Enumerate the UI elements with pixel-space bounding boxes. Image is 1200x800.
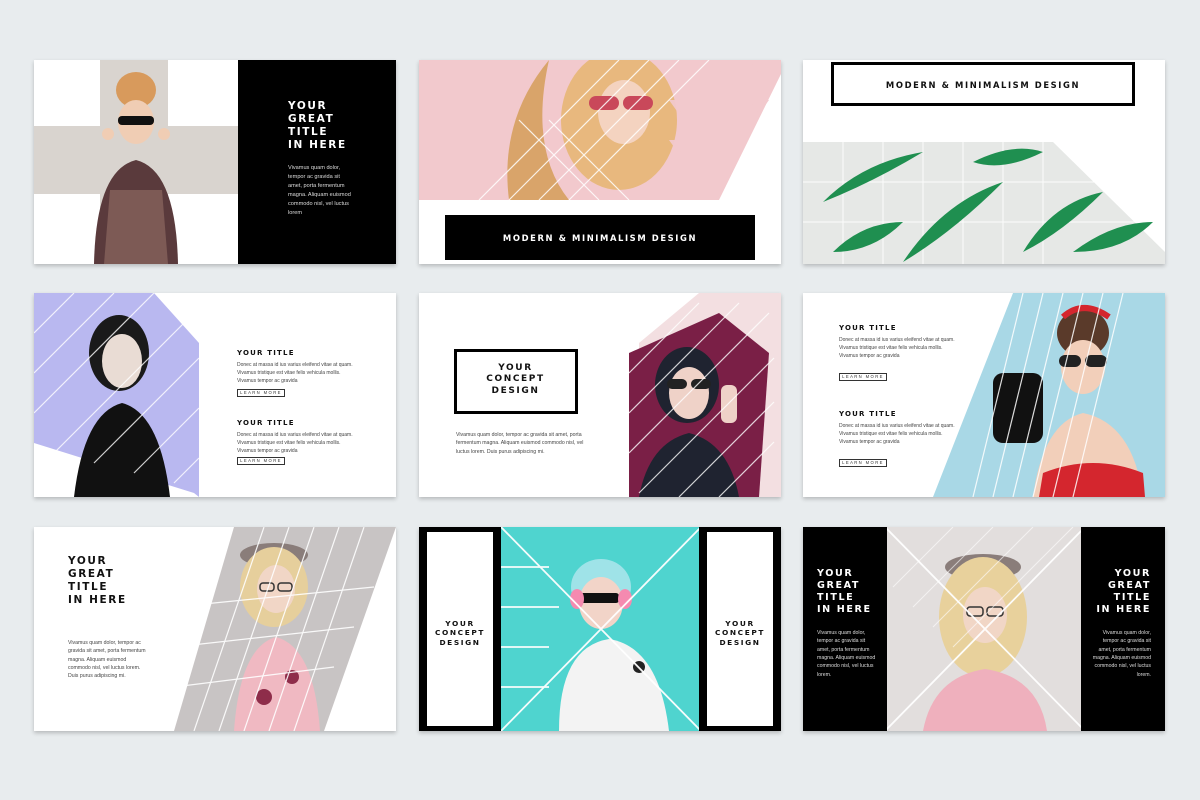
block-body: Donec at massa id ius varius eleifend vi… <box>237 432 353 454</box>
block-title: YOUR TITLE <box>237 419 295 427</box>
slide-1[interactable]: YOUR GREAT TITLE IN HERE Vivamus quam do… <box>34 60 396 264</box>
slide-4[interactable]: YOUR TITLE Donec at massa id ius varius … <box>34 293 396 497</box>
title-line: GREAT <box>1107 579 1151 591</box>
learn-more-button[interactable]: LEARN MORE <box>237 389 285 397</box>
right-panel: YOUR CONCEPT DESIGN <box>699 527 781 731</box>
learn-more-button[interactable]: LEARN MORE <box>237 457 285 465</box>
title-line: GREAT <box>288 113 335 126</box>
title-line: IN HERE <box>1096 603 1151 615</box>
body-text: Vivamus quam dolor, tempor ac gravida si… <box>817 630 876 678</box>
slide-title: YOUR GREAT TITLE IN HERE <box>68 555 127 608</box>
title-line: DESIGN <box>491 385 540 396</box>
slide-2[interactable]: MODERN & MINIMALISM DESIGN <box>419 60 781 264</box>
body-text: Vivamus quam dolor, tempor ac gravida si… <box>288 165 351 216</box>
fashion-photo-cross <box>34 60 238 264</box>
slide-3[interactable]: MODERN & MINIMALISM DESIGN <box>803 60 1165 264</box>
slide-title: YOUR CONCEPT DESIGN <box>457 363 574 397</box>
body-text: Vivamus quam dolor, tempor ac gravida si… <box>68 640 146 680</box>
slide-6[interactable]: YOUR TITLE Donec at massa id ius varius … <box>803 293 1165 497</box>
banner-text: MODERN & MINIMALISM DESIGN <box>885 80 1081 90</box>
title-line: TITLE <box>288 126 329 139</box>
fashion-photo-lavender <box>34 293 204 497</box>
block-title: YOUR TITLE <box>237 349 295 357</box>
slide-7[interactable]: YOUR GREAT TITLE IN HERE Vivamus quam do… <box>34 527 396 731</box>
slide-title: YOUR CONCEPT DESIGN <box>707 619 773 647</box>
title-line: TITLE <box>1113 591 1151 603</box>
slide-title: YOUR CONCEPT DESIGN <box>427 619 493 647</box>
fashion-photo-pinup <box>933 293 1165 497</box>
title-line: TITLE <box>68 581 109 594</box>
title-line: YOUR <box>445 619 475 628</box>
title-line: DESIGN <box>719 637 761 647</box>
fashion-photo-hat <box>174 527 396 731</box>
title-line: YOUR <box>817 568 854 579</box>
title-line: DESIGN <box>439 637 481 647</box>
learn-more-button[interactable]: LEARN MORE <box>839 373 887 381</box>
left-card: YOUR CONCEPT DESIGN <box>427 532 493 726</box>
title-line: IN HERE <box>288 139 347 152</box>
title-line: YOUR <box>1114 568 1151 579</box>
title-line: YOUR <box>498 363 533 373</box>
slide-5[interactable]: YOUR CONCEPT DESIGN Vivamus quam dolor, … <box>419 293 781 497</box>
banner: MODERN & MINIMALISM DESIGN <box>445 215 755 260</box>
fashion-photo-hood <box>609 293 781 497</box>
block-body: Donec at massa id ius varius eleifend vi… <box>237 362 353 384</box>
block-title: YOUR TITLE <box>839 410 897 418</box>
right-card: YOUR CONCEPT DESIGN <box>707 532 773 726</box>
slide-title: YOUR GREAT TITLE IN HERE <box>817 568 872 616</box>
title-line: CONCEPT <box>434 628 486 638</box>
title-line: GREAT <box>817 579 861 591</box>
title-line: IN HERE <box>68 594 127 607</box>
slide-title: YOUR GREAT TITLE IN HERE <box>1096 568 1151 616</box>
body-text: Vivamus quam dolor, tempor ac gravida si… <box>1092 630 1151 678</box>
body-text: Vivamus quam dolor, tempor ac gravida si… <box>456 432 584 455</box>
banner-frame: MODERN & MINIMALISM DESIGN <box>831 62 1135 106</box>
title-line: GREAT <box>68 568 115 581</box>
right-panel: YOUR GREAT TITLE IN HERE Vivamus quam do… <box>1081 527 1165 731</box>
concept-frame: YOUR CONCEPT DESIGN <box>454 349 578 414</box>
left-panel: YOUR GREAT TITLE IN HERE Vivamus quam do… <box>803 527 887 731</box>
slide-9[interactable]: YOUR GREAT TITLE IN HERE Vivamus quam do… <box>803 527 1165 731</box>
fern-photo <box>803 142 1165 264</box>
learn-more-button[interactable]: LEARN MORE <box>839 459 887 467</box>
title-line: CONCEPT <box>486 374 545 385</box>
title-line: YOUR <box>288 100 328 112</box>
left-panel: YOUR CONCEPT DESIGN <box>419 527 501 731</box>
title-line: TITLE <box>817 591 855 603</box>
title-line: CONCEPT <box>714 628 766 638</box>
title-line: YOUR <box>725 619 755 628</box>
title-line: IN HERE <box>817 603 872 615</box>
slide-title: YOUR GREAT TITLE IN HERE <box>288 100 347 153</box>
banner-text: MODERN & MINIMALISM DESIGN <box>502 233 698 243</box>
title-panel: YOUR GREAT TITLE IN HERE Vivamus quam do… <box>238 60 396 264</box>
slide-8[interactable]: YOUR CONCEPT DESIGN YOUR CONCEPT DESIGN <box>419 527 781 731</box>
title-line: YOUR <box>68 555 108 567</box>
block-title: YOUR TITLE <box>839 324 897 332</box>
